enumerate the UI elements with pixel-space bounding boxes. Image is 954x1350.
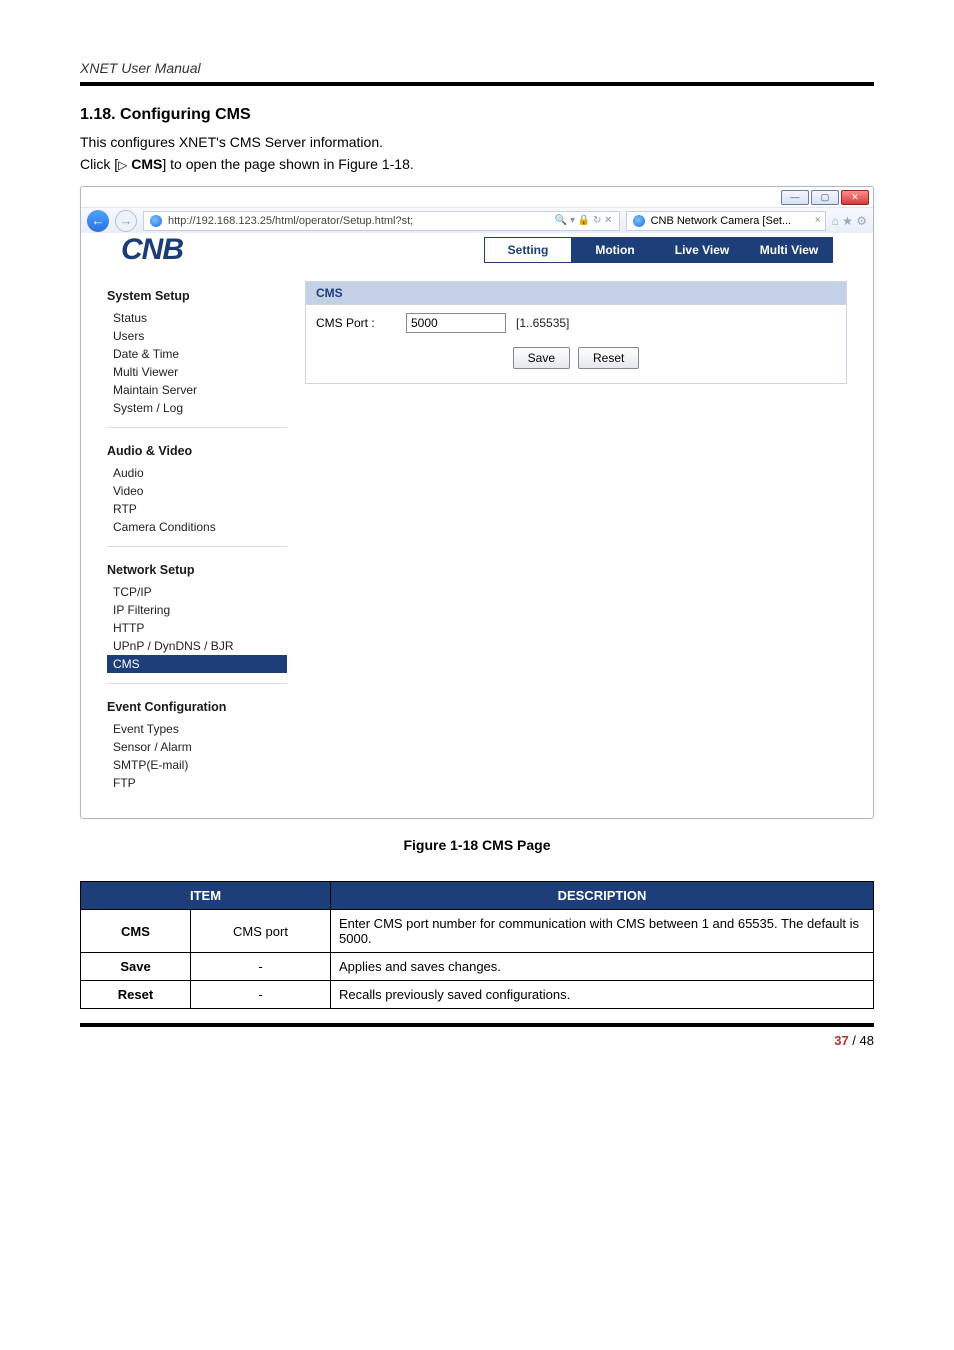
td-cms-port: CMS port xyxy=(191,910,331,953)
sidebar-head-av: Audio & Video xyxy=(107,444,287,458)
sidebar-item-systemlog[interactable]: System / Log xyxy=(107,399,287,417)
window-titlebar: — ▢ ✕ xyxy=(81,187,873,207)
footer-rule xyxy=(80,1023,874,1027)
sidebar-item-http[interactable]: HTTP xyxy=(107,619,287,637)
browser-window: — ▢ ✕ ← → http://192.168.123.25/html/ope… xyxy=(80,186,874,819)
sidebar-item-tcpip[interactable]: TCP/IP xyxy=(107,583,287,601)
sidebar-item-rtp[interactable]: RTP xyxy=(107,500,287,518)
address-bar[interactable]: http://192.168.123.25/html/operator/Setu… xyxy=(143,211,620,231)
tab-favicon xyxy=(633,215,645,227)
doc-header: XNET User Manual xyxy=(80,60,874,76)
header-rule xyxy=(80,82,874,86)
reset-button[interactable]: Reset xyxy=(578,347,639,369)
cms-port-input[interactable] xyxy=(406,313,506,333)
table-row: Save - Applies and saves changes. xyxy=(81,953,874,981)
page-sep: / xyxy=(849,1033,860,1048)
cms-port-row: CMS Port : [1..65535] xyxy=(316,313,836,333)
url-text: http://192.168.123.25/html/operator/Setu… xyxy=(168,215,549,227)
sidebar-item-maintain[interactable]: Maintain Server xyxy=(107,381,287,399)
sidebar-item-status[interactable]: Status xyxy=(107,309,287,327)
td-save: Save xyxy=(81,953,191,981)
triangle-icon: ▷ xyxy=(118,158,127,172)
tab-close-icon[interactable]: × xyxy=(815,215,821,226)
figure-caption: Figure 1-18 CMS Page xyxy=(80,837,874,853)
sidebar-group-av: Audio & Video Audio Video RTP Camera Con… xyxy=(107,444,287,547)
cms-panel-title: CMS xyxy=(306,282,846,305)
sidebar-item-audio[interactable]: Audio xyxy=(107,464,287,482)
click-prefix: Click [ xyxy=(80,156,118,172)
browser-right-icons[interactable]: ⌂ ★ ⚙ xyxy=(832,214,867,228)
td-reset: Reset xyxy=(81,981,191,1009)
save-button[interactable]: Save xyxy=(513,347,570,369)
sidebar-item-users[interactable]: Users xyxy=(107,327,287,345)
page-total: 48 xyxy=(860,1033,874,1048)
sidebar-item-datetime[interactable]: Date & Time xyxy=(107,345,287,363)
td-save-dash: - xyxy=(191,953,331,981)
main-panel: CMS CMS Port : [1..65535] Save Reset xyxy=(297,281,847,818)
cms-port-label: CMS Port : xyxy=(316,316,396,330)
td-reset-desc: Recalls previously saved configurations. xyxy=(331,981,874,1009)
description-table: ITEM DESCRIPTION CMS CMS port Enter CMS … xyxy=(80,881,874,1009)
sidebar-item-eventtypes[interactable]: Event Types xyxy=(107,720,287,738)
app-logo: CNB xyxy=(121,233,183,267)
nav-forward-button[interactable]: → xyxy=(115,210,137,232)
td-cms: CMS xyxy=(81,910,191,953)
tab-setting[interactable]: Setting xyxy=(484,237,572,263)
sidebar-head-network: Network Setup xyxy=(107,563,287,577)
sidebar: System Setup Status Users Date & Time Mu… xyxy=(107,281,297,818)
click-suffix: ] to open the page shown in Figure 1-18. xyxy=(162,156,413,172)
th-description: DESCRIPTION xyxy=(331,882,874,910)
sidebar-item-camera-conditions[interactable]: Camera Conditions xyxy=(107,518,287,536)
td-reset-dash: - xyxy=(191,981,331,1009)
tab-title: CNB Network Camera [Set... xyxy=(651,215,792,227)
table-row: Reset - Recalls previously saved configu… xyxy=(81,981,874,1009)
app-body: System Setup Status Users Date & Time Mu… xyxy=(81,281,873,818)
nav-back-button[interactable]: ← xyxy=(87,210,109,232)
sidebar-head-event: Event Configuration xyxy=(107,700,287,714)
tab-multi-view[interactable]: Multi View xyxy=(745,237,833,263)
page-number: 37 / 48 xyxy=(80,1033,874,1048)
address-row: ← → http://192.168.123.25/html/operator/… xyxy=(81,207,873,233)
table-row: CMS CMS port Enter CMS port number for c… xyxy=(81,910,874,953)
address-controls[interactable]: 🔍 ▾ 🔒 ↻ ✕ xyxy=(555,215,613,226)
window-maximize-button[interactable]: ▢ xyxy=(811,190,839,205)
ie-icon xyxy=(150,215,162,227)
sidebar-item-multiviewer[interactable]: Multi Viewer xyxy=(107,363,287,381)
sidebar-item-cms[interactable]: CMS xyxy=(107,655,287,673)
page-current: 37 xyxy=(834,1033,848,1048)
window-close-button[interactable]: ✕ xyxy=(841,190,869,205)
sidebar-item-ftp[interactable]: FTP xyxy=(107,774,287,792)
sidebar-item-ipfiltering[interactable]: IP Filtering xyxy=(107,601,287,619)
td-save-desc: Applies and saves changes. xyxy=(331,953,874,981)
th-item: ITEM xyxy=(81,882,331,910)
sidebar-item-upnp[interactable]: UPnP / DynDNS / BJR xyxy=(107,637,287,655)
sidebar-group-system: System Setup Status Users Date & Time Mu… xyxy=(107,289,287,428)
sidebar-group-network: Network Setup TCP/IP IP Filtering HTTP U… xyxy=(107,563,287,684)
sidebar-head-system: System Setup xyxy=(107,289,287,303)
sidebar-item-video[interactable]: Video xyxy=(107,482,287,500)
browser-tab[interactable]: CNB Network Camera [Set... × xyxy=(626,211,826,231)
cms-port-range: [1..65535] xyxy=(516,316,569,330)
td-cms-desc: Enter CMS port number for communication … xyxy=(331,910,874,953)
app-top-row: CNB Setting Motion Live View Multi View xyxy=(81,233,873,281)
click-instruction: Click [▷ CMS] to open the page shown in … xyxy=(80,156,874,172)
tab-live-view[interactable]: Live View xyxy=(658,237,746,263)
main-tabs: Setting Motion Live View Multi View xyxy=(485,237,833,263)
section-title: 1.18. Configuring CMS xyxy=(80,106,874,124)
window-minimize-button[interactable]: — xyxy=(781,190,809,205)
cms-panel: CMS CMS Port : [1..65535] Save Reset xyxy=(305,281,847,384)
tab-motion[interactable]: Motion xyxy=(571,237,659,263)
sidebar-item-smtp[interactable]: SMTP(E-mail) xyxy=(107,756,287,774)
intro-text: This configures XNET's CMS Server inform… xyxy=(80,134,874,150)
sidebar-group-event: Event Configuration Event Types Sensor /… xyxy=(107,700,287,802)
sidebar-item-sensor[interactable]: Sensor / Alarm xyxy=(107,738,287,756)
click-label: CMS xyxy=(131,156,162,172)
